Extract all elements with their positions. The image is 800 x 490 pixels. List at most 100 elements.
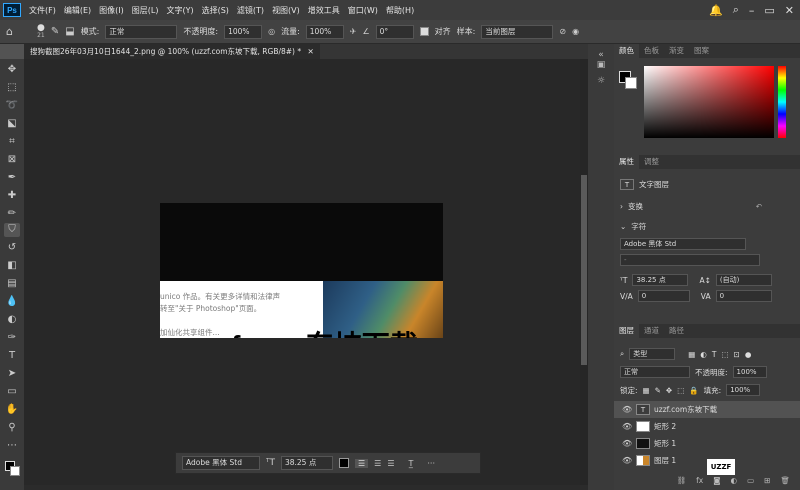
object-select-tool-icon[interactable]: ⬕ — [4, 117, 20, 131]
blur-tool-icon[interactable]: 💧 — [4, 295, 20, 309]
tab-channels[interactable]: 通道 — [639, 324, 664, 338]
sample-select[interactable]: 当前图层 — [481, 24, 554, 39]
visibility-eye-icon[interactable]: 👁 — [622, 422, 632, 431]
document-tab[interactable]: 搜狗截图26年03月10日1644_2.png @ 100% (uzzf.com… — [24, 44, 320, 59]
minimize-icon[interactable]: – — [749, 4, 755, 17]
scrollbar-thumb[interactable] — [581, 175, 587, 365]
brush-tool-icon[interactable]: ✏ — [4, 207, 20, 221]
more-options-icon[interactable]: ··· — [427, 459, 435, 468]
rectangle-tool-icon[interactable]: ▭ — [4, 385, 20, 399]
frame-tool-icon[interactable]: ⊠ — [4, 153, 20, 167]
history-brush-tool-icon[interactable]: ↺ — [4, 241, 20, 255]
lock-paint-icon[interactable]: ✎ — [655, 386, 661, 395]
tool-preset-icon[interactable]: ● 21 — [37, 23, 45, 39]
menu-plugins[interactable]: 增效工具 — [304, 5, 344, 16]
filter-pixel-icon[interactable]: ▦ — [688, 350, 695, 359]
lock-all-icon[interactable]: 🔒 — [689, 386, 698, 395]
ctx-font-size-field[interactable]: 38.25 点 — [280, 456, 333, 470]
layer-filter-select[interactable]: 类型 — [629, 348, 676, 360]
tab-patterns[interactable]: 图案 — [689, 44, 714, 58]
pressure-opacity-icon[interactable]: ◎ — [268, 27, 275, 36]
airbrush-icon[interactable]: ✈ — [350, 27, 357, 36]
tab-paths[interactable]: 路径 — [664, 324, 689, 338]
opacity-field[interactable]: 100% — [224, 24, 263, 39]
font-family-select[interactable]: Adobe 黑体 Std — [620, 238, 746, 250]
tab-layers[interactable]: 图层 — [614, 324, 639, 338]
align-checkbox[interactable] — [419, 27, 429, 36]
overlay-type-layer[interactable]: uzzf.com东坡下载 — [186, 324, 418, 338]
pen-tool-icon[interactable]: ✑ — [4, 331, 20, 345]
home-icon[interactable]: ⌂ — [6, 25, 13, 38]
menu-view[interactable]: 视图(V) — [268, 5, 304, 16]
brush-panel-icon[interactable]: ✎ — [51, 26, 59, 37]
type-options-icon[interactable]: T̲ — [408, 459, 413, 468]
layer-row[interactable]: 👁 T uzzf.com东坡下载 — [614, 401, 800, 418]
learn-panel-icon[interactable]: ☼ — [594, 76, 608, 88]
transform-section[interactable]: › 变换 ↶ — [614, 198, 800, 214]
align-right-icon[interactable]: ☰ — [387, 459, 394, 468]
kerning-field[interactable]: 0 — [637, 290, 690, 302]
menu-edit[interactable]: 编辑(E) — [60, 5, 95, 16]
photoshop-logo[interactable]: Ps — [3, 3, 21, 17]
zoom-tool-icon[interactable]: ⚲ — [4, 421, 20, 435]
delete-layer-icon[interactable]: 🗑 — [780, 476, 790, 485]
angle-icon[interactable]: ∠ — [362, 27, 369, 36]
filter-type-icon[interactable]: T — [712, 350, 717, 359]
align-left-icon[interactable]: ☰ — [354, 458, 369, 468]
menu-select[interactable]: 选择(S) — [198, 5, 233, 16]
clone-stamp-tool-icon[interactable]: ⛉ — [4, 223, 20, 237]
filter-adjustment-icon[interactable]: ◐ — [700, 350, 707, 359]
font-style-select[interactable]: - — [620, 254, 760, 266]
menu-window[interactable]: 窗口(W) — [344, 5, 382, 16]
close-icon[interactable]: ✕ — [785, 4, 794, 17]
lock-artboard-icon[interactable]: ⬚ — [677, 386, 684, 395]
menu-filter[interactable]: 滤镜(T) — [233, 5, 268, 16]
move-tool-icon[interactable]: ✥ — [4, 63, 20, 77]
mode-select[interactable]: 正常 — [105, 24, 178, 39]
menu-file[interactable]: 文件(F) — [25, 5, 60, 16]
clone-source-icon[interactable]: ⬓ — [65, 26, 74, 37]
fill-field[interactable]: 100% — [726, 384, 761, 396]
more-tools-icon[interactable]: ⋯ — [4, 439, 20, 453]
tab-color[interactable]: 颜色 — [614, 44, 639, 58]
gradient-tool-icon[interactable]: ▤ — [4, 277, 20, 291]
crop-tool-icon[interactable]: ⌗ — [4, 135, 20, 149]
layer-row[interactable]: 👁 矩形 2 — [614, 418, 800, 435]
ctx-text-color-swatch[interactable] — [338, 458, 349, 468]
layer-row[interactable]: 👁 矩形 1 — [614, 435, 800, 452]
mask-icon[interactable]: ◙ — [713, 476, 720, 485]
eyedropper-tool-icon[interactable]: ✒ — [4, 171, 20, 185]
tab-adjustments[interactable]: 调整 — [639, 155, 664, 169]
menu-layer[interactable]: 图层(L) — [128, 5, 163, 16]
align-center-icon[interactable]: ☰ — [374, 459, 381, 468]
filter-toggle-icon[interactable]: ● — [745, 350, 752, 359]
angle-field[interactable]: 0° — [375, 24, 414, 39]
tab-gradients[interactable]: 渐变 — [664, 44, 689, 58]
eraser-tool-icon[interactable]: ◧ — [4, 259, 20, 273]
font-size-field[interactable]: 38.25 点 — [632, 274, 689, 286]
lasso-tool-icon[interactable]: ➰ — [4, 99, 20, 113]
visibility-eye-icon[interactable]: 👁 — [622, 456, 632, 465]
tab-properties[interactable]: 属性 — [614, 155, 639, 169]
marquee-tool-icon[interactable]: ⬚ — [4, 81, 20, 95]
leading-field[interactable]: (自动) — [715, 274, 772, 286]
menu-help[interactable]: 帮助(H) — [382, 5, 418, 16]
background-color-swatch[interactable] — [10, 466, 20, 476]
notification-icon[interactable]: 🔔 — [709, 4, 723, 17]
history-panel-icon[interactable]: ▣ — [594, 60, 608, 72]
menu-image[interactable]: 图像(I) — [95, 5, 128, 16]
healing-brush-tool-icon[interactable]: ✚ — [4, 189, 20, 203]
flow-field[interactable]: 100% — [305, 24, 344, 39]
reset-transform-icon[interactable]: ↶ — [756, 202, 762, 211]
fx-icon[interactable]: fx — [696, 476, 703, 485]
adjustment-layer-icon[interactable]: ◐ — [731, 476, 738, 485]
filter-shape-icon[interactable]: ⬚ — [721, 350, 728, 359]
visibility-eye-icon[interactable]: 👁 — [622, 405, 632, 414]
maximize-icon[interactable]: ▭ — [764, 4, 774, 17]
character-section[interactable]: ⌄ 字符 — [614, 218, 800, 234]
tab-swatches[interactable]: 色板 — [639, 44, 664, 58]
document-canvas[interactable]: unico 作品。有关更多详情和法律声 转至"关于 Photoshop"页面。 … — [160, 203, 443, 338]
filter-smart-icon[interactable]: ⊡ — [734, 350, 740, 359]
path-select-tool-icon[interactable]: ➤ — [4, 367, 20, 381]
search-icon[interactable]: ⌕ — [733, 3, 739, 17]
